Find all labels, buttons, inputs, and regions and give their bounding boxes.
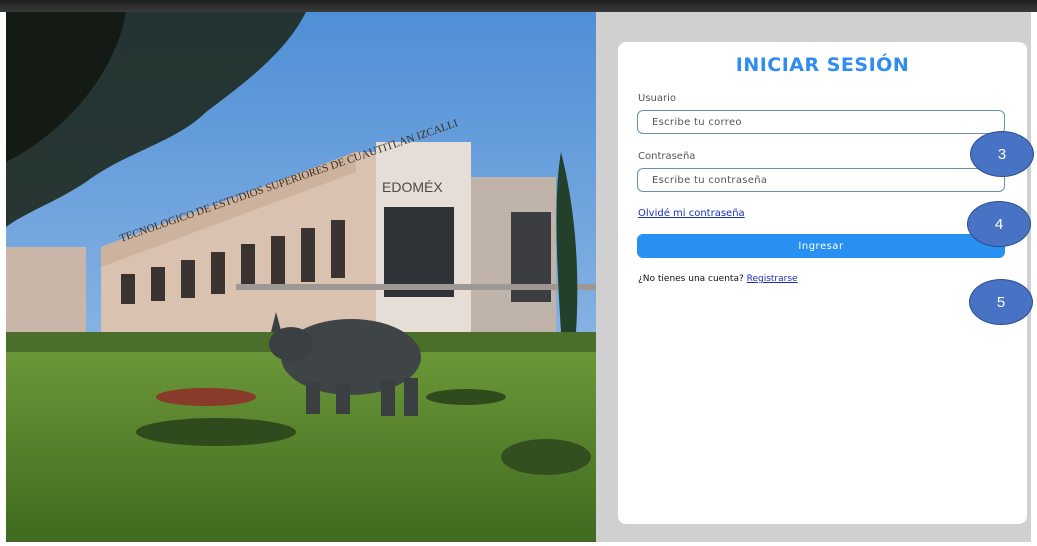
svg-text:EDOMÉX: EDOMÉX bbox=[382, 179, 443, 195]
annotation-marker-5: 5 bbox=[969, 279, 1033, 325]
campus-photo: TECNOLOGICO DE ESTUDIOS SUPERIORES DE CU… bbox=[6, 12, 596, 542]
top-bar bbox=[0, 0, 1037, 12]
username-input[interactable] bbox=[637, 110, 1005, 134]
signup-prompt: ¿No tienes una cuenta? Registrarse bbox=[638, 274, 798, 284]
password-input[interactable] bbox=[637, 168, 1005, 192]
login-card: INICIAR SESIÓN Usuario Contraseña Olvidé… bbox=[618, 42, 1027, 524]
login-title: INICIAR SESIÓN bbox=[735, 54, 910, 76]
signup-link[interactable]: Registrarse bbox=[747, 274, 798, 284]
signup-prompt-text: ¿No tienes una cuenta? bbox=[638, 274, 744, 284]
username-label: Usuario bbox=[638, 93, 677, 104]
login-button[interactable]: Ingresar bbox=[637, 234, 1005, 258]
annotation-marker-4: 4 bbox=[967, 201, 1031, 247]
forgot-password-link[interactable]: Olvidé mi contraseña bbox=[638, 208, 745, 219]
password-label: Contraseña bbox=[638, 151, 696, 162]
annotation-marker-3: 3 bbox=[970, 131, 1034, 177]
